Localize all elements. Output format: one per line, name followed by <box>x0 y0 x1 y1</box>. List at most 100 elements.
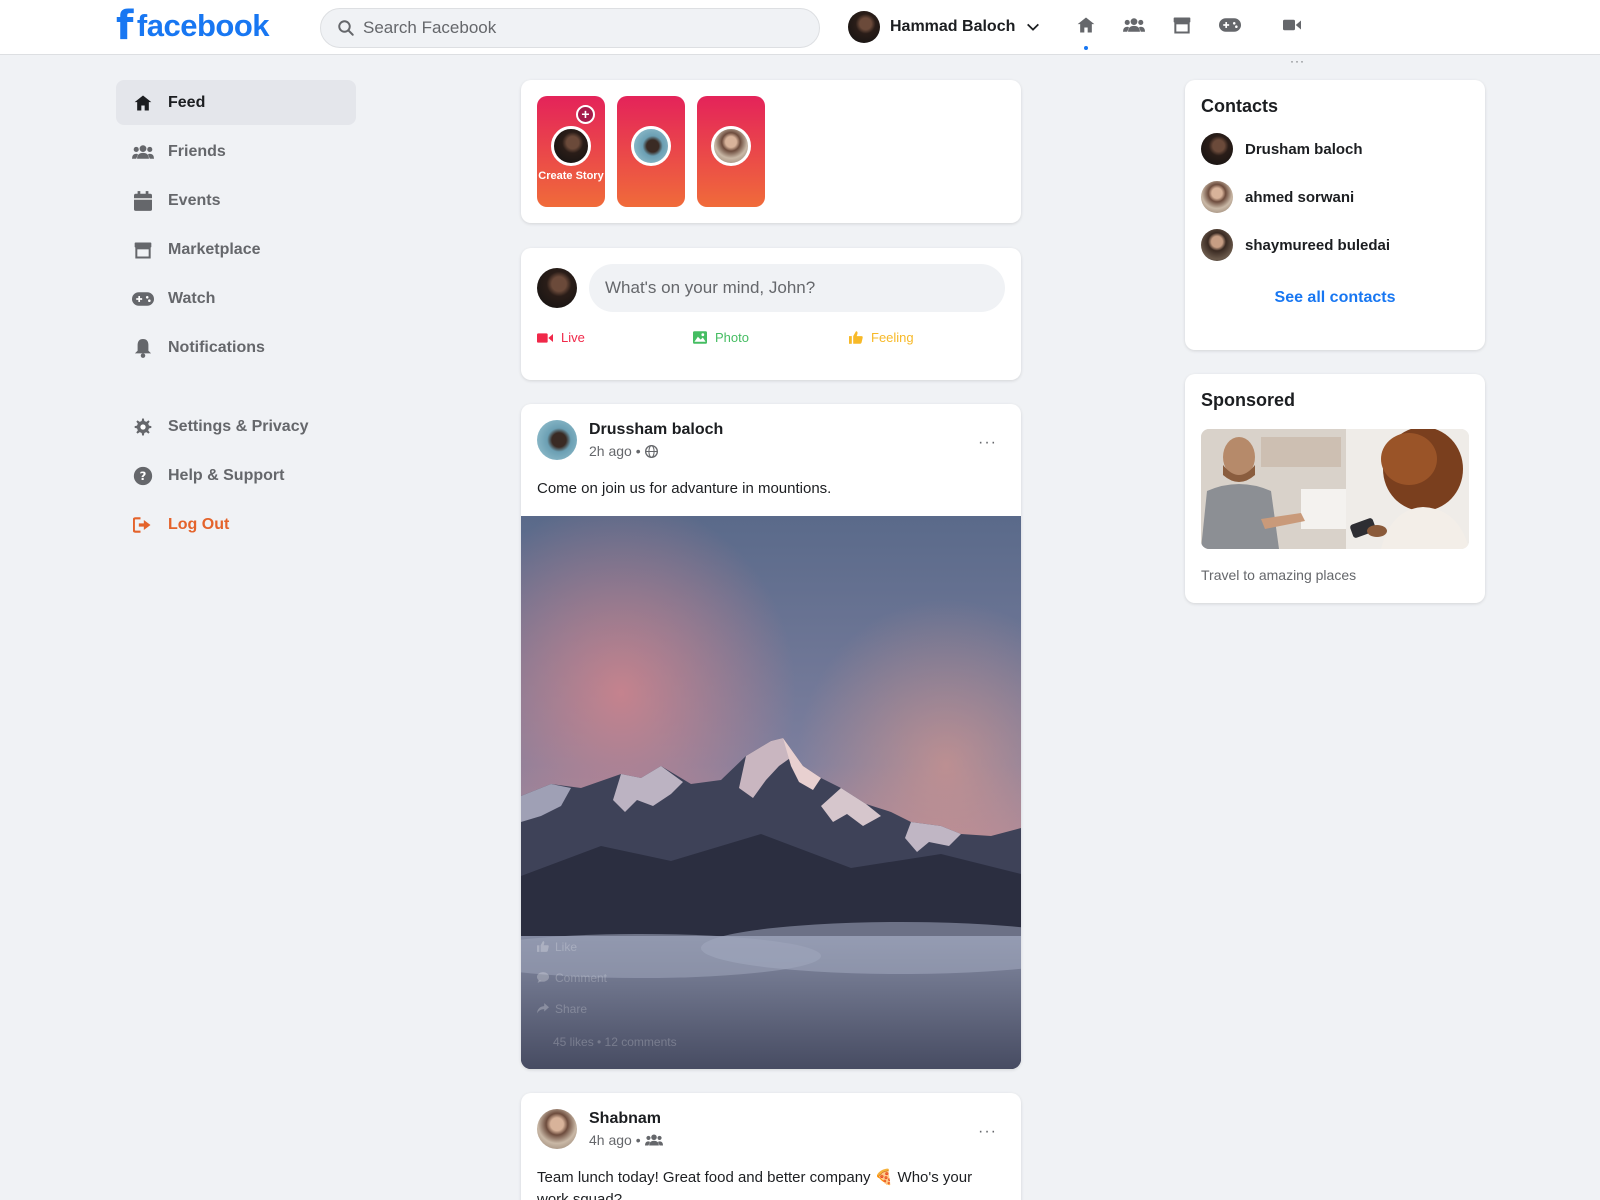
friends-icon <box>132 144 154 159</box>
contact-item[interactable]: ahmed sorwani <box>1201 181 1469 213</box>
left-sidebar: Feed Friends Events Marketplace Watch No… <box>116 80 356 551</box>
feeling-label: Feeling <box>871 330 914 345</box>
share-label: Share <box>555 1001 588 1016</box>
sidebar-item-logout[interactable]: Log Out <box>116 502 356 547</box>
more-menu-button[interactable]: ··· <box>1290 54 1305 68</box>
sidebar-item-label: Log Out <box>168 515 230 533</box>
sidebar-item-label: Watch <box>168 289 216 307</box>
sidebar-item-label: Friends <box>168 142 226 160</box>
home-icon <box>134 95 152 110</box>
thumbs-up-icon <box>849 331 863 344</box>
friends-icon <box>1123 18 1145 32</box>
sidebar-item-notifications[interactable]: Notifications <box>116 325 356 370</box>
feeling-button[interactable]: Feeling <box>849 330 1005 345</box>
sponsored-card: Sponsored Travel to amazing places <box>1185 374 1485 603</box>
story-card[interactable] <box>697 96 765 207</box>
sidebar-item-events[interactable]: Events <box>116 178 356 223</box>
top-bar: f facebook Hammad Baloch <box>0 0 1600 55</box>
contact-item[interactable]: Drusham baloch <box>1201 133 1469 165</box>
ad-photo <box>1201 429 1469 549</box>
sidebar-item-label: Events <box>168 191 221 209</box>
story-avatar <box>711 126 751 166</box>
nav-home-button[interactable] <box>1075 14 1097 50</box>
post-timestamp: 4h ago • <box>589 1132 641 1148</box>
sidebar-item-label: Help & Support <box>168 466 285 484</box>
photo-label: Photo <box>715 330 749 345</box>
facebook-f-icon: f <box>116 3 133 49</box>
sidebar-item-settings[interactable]: Settings & Privacy <box>116 404 356 449</box>
search-input[interactable] <box>363 18 783 38</box>
help-icon: ? <box>133 466 153 485</box>
search-bar[interactable] <box>320 8 820 48</box>
home-icon <box>1077 17 1095 33</box>
sidebar-item-friends[interactable]: Friends <box>116 129 356 174</box>
gamepad-icon <box>132 291 154 306</box>
ad-image[interactable] <box>1201 429 1469 549</box>
share-icon <box>537 1003 549 1014</box>
create-story-label: Create Story <box>538 170 604 182</box>
post-options-button[interactable]: ··· <box>978 434 997 452</box>
sidebar-item-feed[interactable]: Feed <box>116 80 356 125</box>
post-text: Team lunch today! Great food and better … <box>537 1169 973 1200</box>
like-button[interactable]: Like <box>537 931 677 962</box>
create-story-button[interactable]: + Create Story <box>537 96 605 207</box>
see-all-contacts-link[interactable]: See all contacts <box>1201 289 1469 307</box>
sidebar-item-marketplace[interactable]: Marketplace <box>116 227 356 272</box>
live-label: Live <box>561 330 585 345</box>
live-button[interactable]: Live <box>537 330 693 345</box>
composer-input[interactable] <box>589 264 1005 312</box>
sidebar-item-watch[interactable]: Watch <box>116 276 356 321</box>
story-card[interactable] <box>617 96 685 207</box>
friends-icon <box>644 1134 663 1146</box>
contact-name: shaymureed buledai <box>1245 236 1391 254</box>
logout-icon <box>133 516 151 533</box>
post-stats: 45 likes • 12 comments <box>553 1034 677 1049</box>
share-button[interactable]: Share <box>537 993 677 1024</box>
search-icon <box>338 20 354 36</box>
profile-menu[interactable]: Hammad Baloch <box>848 11 1041 43</box>
store-icon <box>134 242 152 258</box>
comment-icon <box>537 972 549 983</box>
composer-avatar <box>537 268 577 308</box>
comment-button[interactable]: Comment <box>537 962 677 993</box>
globe-icon <box>644 444 658 458</box>
contacts-card: Contacts Drusham baloch ahmed sorwani sh… <box>1185 80 1485 350</box>
sidebar-item-label: Settings & Privacy <box>168 417 309 435</box>
nav-gaming-button[interactable] <box>1219 14 1241 36</box>
post-timestamp: 2h ago • <box>589 443 641 459</box>
story-avatar <box>631 126 671 166</box>
contact-item[interactable]: shaymureed buledai <box>1201 229 1469 261</box>
video-icon <box>537 332 553 343</box>
contact-avatar <box>1201 133 1233 165</box>
post-author-avatar[interactable] <box>537 1109 577 1149</box>
photo-button[interactable]: Photo <box>693 330 849 345</box>
like-label: Like <box>555 939 578 954</box>
gear-icon <box>134 418 152 435</box>
profile-name: Hammad Baloch <box>890 18 1016 35</box>
thumbs-up-icon <box>537 941 549 952</box>
sidebar-item-label: Feed <box>168 93 206 111</box>
nav-marketplace-button[interactable] <box>1171 14 1193 36</box>
svg-text:?: ? <box>140 469 147 483</box>
contact-avatar <box>1201 229 1233 261</box>
post-card: Drussham baloch 2h ago • ··· Come on joi… <box>521 404 1021 1069</box>
post-author-name[interactable]: Shabnam <box>589 1110 663 1128</box>
store-icon <box>1173 17 1191 34</box>
sidebar-item-help[interactable]: ? Help & Support <box>116 453 356 498</box>
calendar-icon <box>134 190 152 211</box>
nav-friends-button[interactable] <box>1123 14 1145 36</box>
story-avatar <box>551 126 591 166</box>
stories-card: + Create Story <box>521 80 1021 223</box>
post-options-button[interactable]: ··· <box>978 1123 997 1141</box>
post-author-name[interactable]: Drussham baloch <box>589 421 723 439</box>
chevron-down-icon <box>1027 23 1040 31</box>
bell-icon <box>134 338 152 358</box>
post-author-avatar[interactable] <box>537 420 577 460</box>
facebook-logo[interactable]: f facebook <box>116 3 270 49</box>
logo-text: facebook <box>136 8 270 43</box>
nav-video-button[interactable] <box>1281 14 1303 36</box>
ad-text: Travel to amazing places <box>1201 567 1357 583</box>
sidebar-item-label: Notifications <box>168 338 265 356</box>
comment-label: Comment <box>555 970 608 985</box>
post-image[interactable]: Like Comment Share 45 likes • 12 comment… <box>521 516 1021 1069</box>
